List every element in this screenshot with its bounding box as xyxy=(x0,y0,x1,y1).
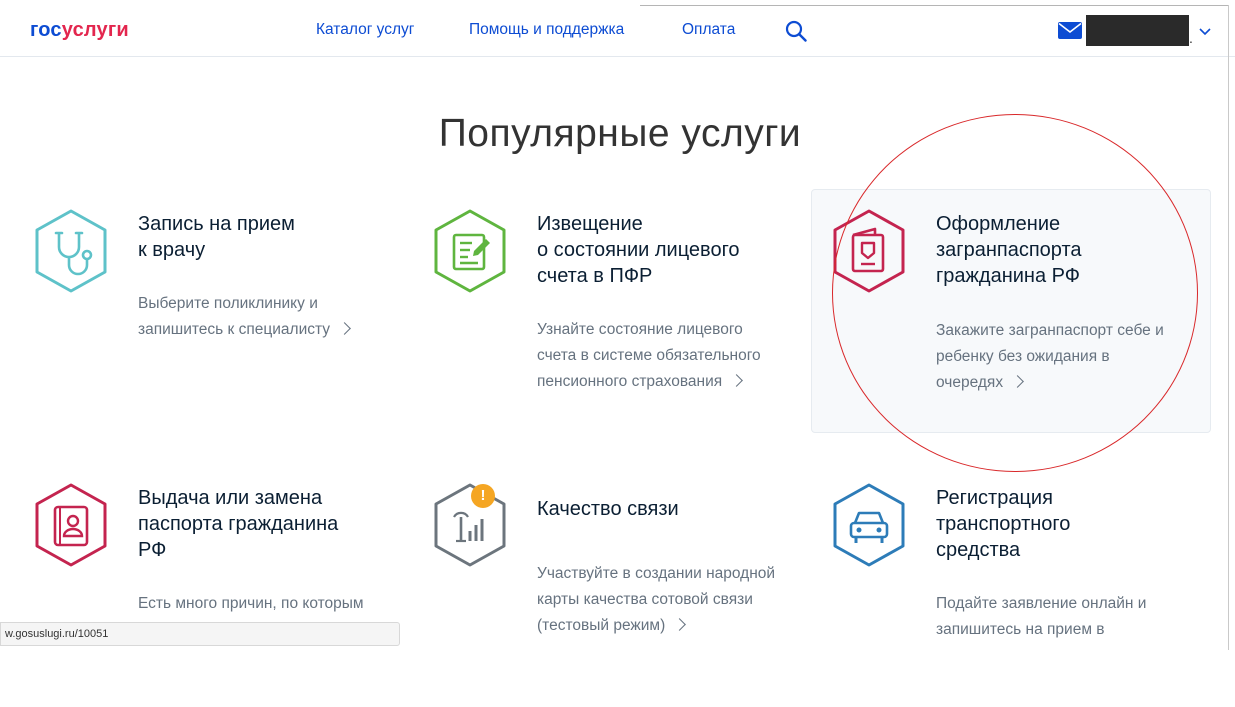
id-passport-icon xyxy=(35,483,107,567)
card-description: Подайте заявление онлайн и запишитесь на… xyxy=(936,595,1147,638)
card-description: Есть много причин, по которым xyxy=(138,595,364,612)
logo-part-uslugi: услуги xyxy=(61,19,129,41)
chevron-right-icon[interactable] xyxy=(730,374,744,387)
chevron-right-icon[interactable] xyxy=(673,618,687,631)
car-icon xyxy=(833,483,905,567)
logo-part-gos: гос xyxy=(30,19,62,41)
card-title[interactable]: Качество связи xyxy=(537,496,802,522)
card-description: Узнайте состояние лицевого счета в систе… xyxy=(537,321,761,390)
nav-catalog-link[interactable]: Каталог услуг xyxy=(316,21,414,39)
service-card-connection-quality[interactable]: ! Качество связи Участвуйте в создании н… xyxy=(413,464,811,707)
card-title[interactable]: Выдача или замена паспорта гражданина РФ xyxy=(138,485,403,563)
search-icon[interactable] xyxy=(785,20,807,42)
annotation-circle xyxy=(832,114,1198,472)
service-card-doctor-appointment[interactable]: Запись на прием к врачу Выберите поликлин… xyxy=(14,190,412,433)
chevron-down-icon[interactable] xyxy=(1198,24,1212,38)
browser-status-url: w.gosuslugi.ru/10051 xyxy=(0,622,400,646)
service-card-vehicle-registration[interactable]: Регистрация транспортного средства Подайте… xyxy=(812,464,1210,707)
document-edit-icon xyxy=(434,209,506,293)
stethoscope-icon xyxy=(35,209,107,293)
chevron-right-icon[interactable] xyxy=(338,322,351,335)
service-card-pfr-notice[interactable]: Извещение о состоянии лицевого счета в ПФР… xyxy=(413,190,811,433)
card-description: Участвуйте в создании народной карты кач… xyxy=(537,565,776,634)
signal-tower-icon xyxy=(434,483,506,567)
user-name-redacted[interactable] xyxy=(1086,15,1189,46)
top-navigation-bar: госуслуги Каталог услуг Помощь и поддерж… xyxy=(0,0,1235,57)
browser-edge-line xyxy=(640,5,1228,6)
user-name-suffix: . xyxy=(1189,30,1193,46)
card-title[interactable]: Запись на прием к врачу xyxy=(138,211,403,263)
card-title[interactable]: Регистрация транспортного средства xyxy=(936,485,1201,563)
service-card-passport-replacement[interactable]: Выдача или замена паспорта гражданина РФ Е… xyxy=(14,464,412,707)
nav-help-link[interactable]: Помощь и поддержка xyxy=(469,21,624,39)
nav-payment-link[interactable]: Оплата xyxy=(682,21,735,39)
alert-badge-icon: ! xyxy=(471,484,495,508)
card-description: Выберите поликлинику и запишитесь к спец… xyxy=(138,291,398,343)
card-title[interactable]: Извещение о состоянии лицевого счета в ПФР xyxy=(537,211,802,289)
browser-right-edge xyxy=(1228,5,1229,650)
gosuslugi-logo[interactable]: госуслуги xyxy=(30,19,129,42)
mail-icon[interactable] xyxy=(1058,22,1082,39)
